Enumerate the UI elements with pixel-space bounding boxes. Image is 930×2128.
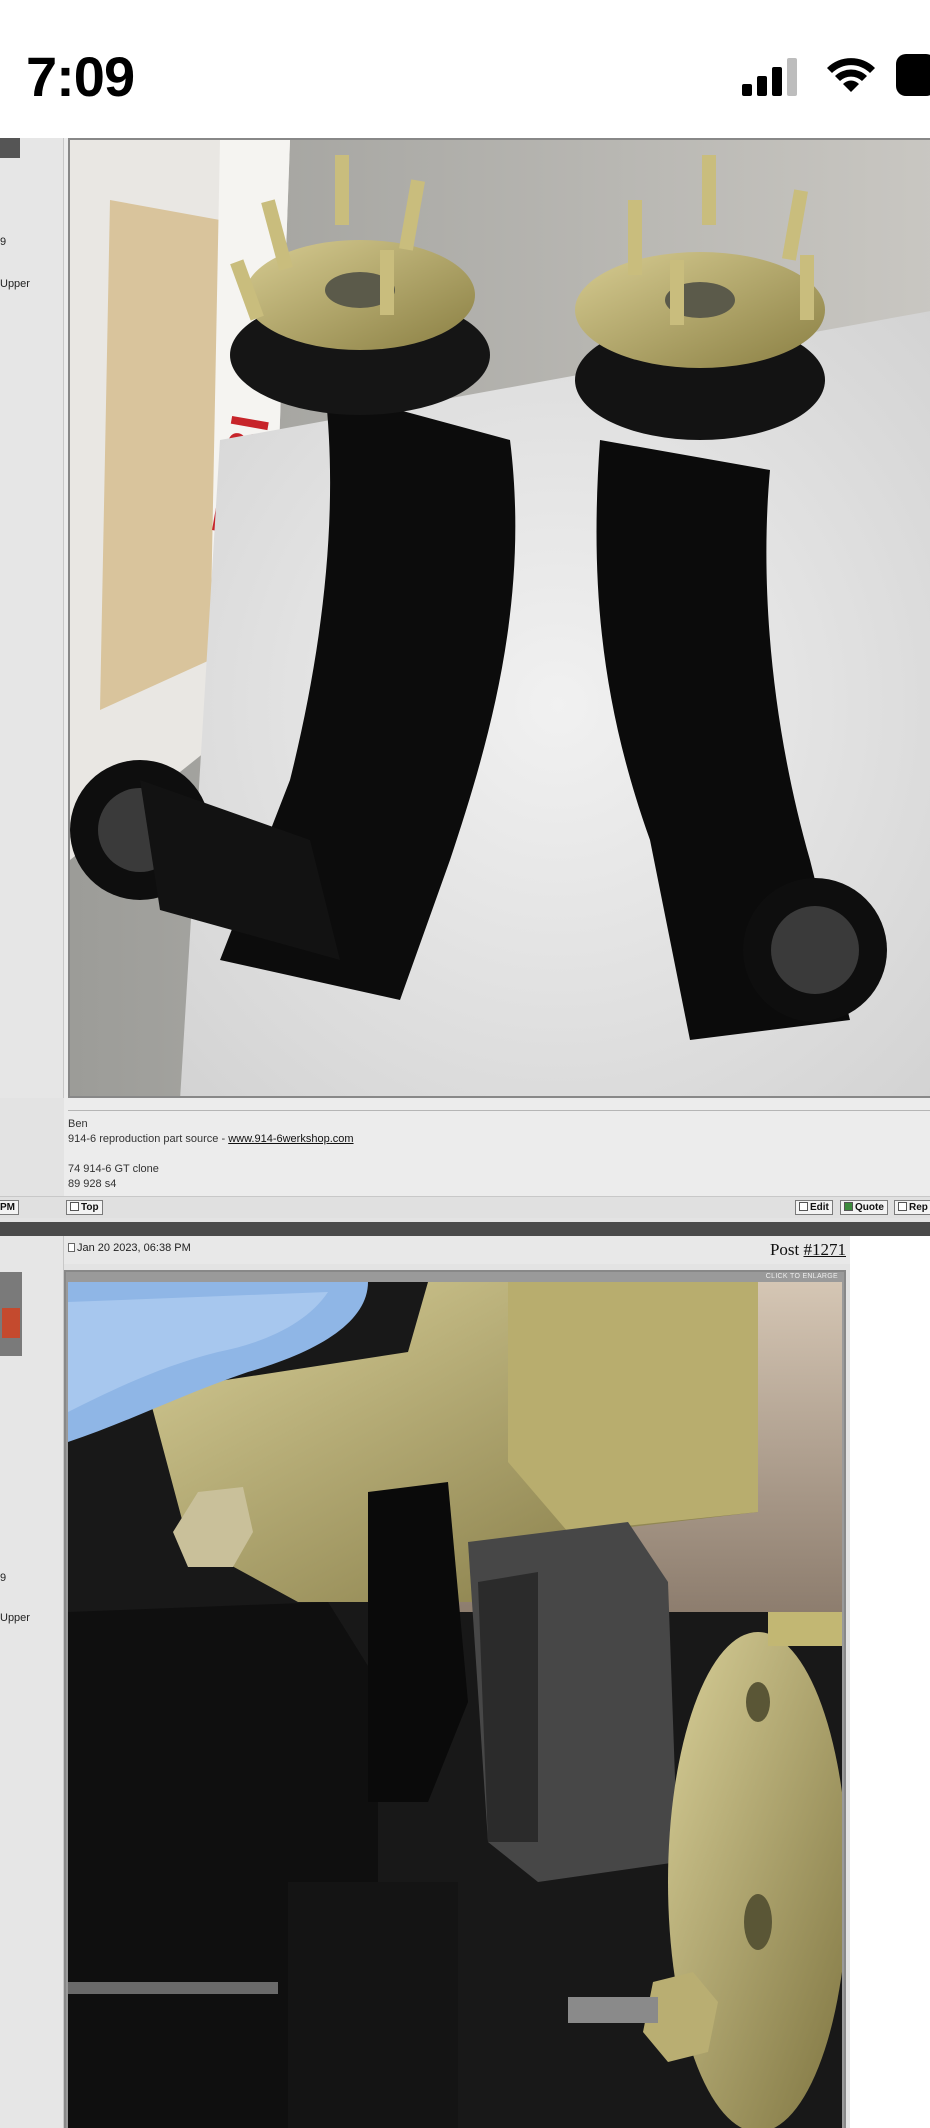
signature-line: 914-6 reproduction part source - www.914…	[68, 1132, 930, 1147]
signature-line-prefix: 914-6 reproduction part source -	[68, 1133, 229, 1145]
signature-name: Ben	[68, 1118, 88, 1130]
top-button-label: Top	[81, 1202, 99, 1213]
post2-photo[interactable]	[68, 1282, 842, 2128]
signature-car-1: 74 914-6 GT clone	[68, 1163, 159, 1175]
signature-spacer	[68, 1147, 930, 1162]
document-icon	[68, 1243, 75, 1252]
signature-divider	[68, 1110, 930, 1111]
werkshop-link[interactable]: www.914-6werkshop.com	[228, 1133, 353, 1145]
quote-button-label: Quote	[855, 1202, 884, 1213]
caliper-closeup-photo	[68, 1282, 842, 2128]
post2-photo-frame[interactable]: CLICK TO ENLARGE	[64, 1270, 846, 2128]
reply-icon	[898, 1202, 907, 1211]
post-separator	[0, 1222, 930, 1236]
reply-button-label: Rep	[909, 1202, 928, 1213]
post1-author-column: 9 Upper	[0, 138, 64, 1098]
post2-right-margin	[850, 1236, 930, 2128]
arrow-up-icon	[70, 1202, 79, 1211]
battery-icon	[896, 54, 930, 96]
suspension-arms-photo: FEBI	[70, 140, 930, 1096]
post-label: Post	[769, 1240, 804, 1259]
quote-button[interactable]: Quote	[840, 1200, 888, 1215]
post2-number: Post #1271	[770, 1240, 846, 1260]
plus-icon	[844, 1202, 853, 1211]
signature-car-2: 89 928 s4	[68, 1178, 117, 1190]
forum-page: 9 Upper FEBI	[0, 138, 930, 2128]
click-to-enlarge-label[interactable]: CLICK TO ENLARGE	[766, 1273, 838, 1280]
edit-icon	[799, 1202, 808, 1211]
post1-author-info-1: 9	[0, 236, 7, 248]
post1-avatar	[0, 138, 20, 158]
post1-button-bar: PM Top Edit Quote Rep	[0, 1196, 930, 1218]
post2-author-column: 9 Upper	[0, 1236, 64, 2128]
post1-photo[interactable]: FEBI	[68, 138, 930, 1098]
avatar-car-shape	[2, 1308, 20, 1338]
wifi-icon	[827, 58, 875, 92]
post1-time-fragment: PM	[0, 1200, 19, 1215]
status-time: 7:09	[26, 45, 135, 108]
top-button[interactable]: Top	[66, 1200, 103, 1215]
post2-avatar[interactable]	[0, 1272, 22, 1356]
post1-signature: Ben 914-6 reproduction part source - www…	[68, 1110, 930, 1192]
post1-author-info-2: Upper	[0, 278, 30, 290]
post2-date: Jan 20 2023, 06:38 PM	[68, 1242, 191, 1254]
status-bar: 7:09	[0, 0, 930, 138]
reply-button[interactable]: Rep	[894, 1200, 930, 1215]
post-number-link[interactable]: #1271	[804, 1240, 847, 1259]
cellular-signal-icon	[742, 58, 797, 96]
post2-author-info-2: Upper	[0, 1612, 30, 1624]
edit-button-label: Edit	[810, 1202, 829, 1213]
post2-author-info-1: 9	[0, 1572, 7, 1584]
edit-button[interactable]: Edit	[795, 1200, 833, 1215]
post2-header: Jan 20 2023, 06:38 PM Post #1271	[64, 1236, 850, 1264]
post2-date-text: Jan 20 2023, 06:38 PM	[77, 1242, 191, 1254]
